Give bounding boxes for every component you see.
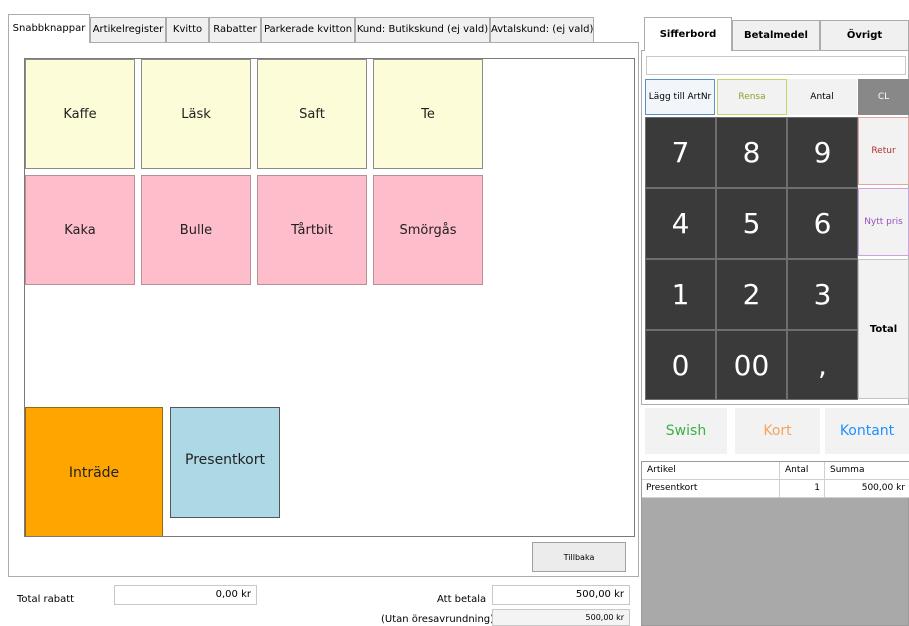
column-header-summa[interactable]: Summa <box>825 462 909 480</box>
table-row-summa[interactable]: 500,00 kr <box>825 480 909 498</box>
quick-button-label: Te <box>421 106 435 122</box>
total-discount-label: Total rabatt <box>17 594 75 605</box>
key-comma[interactable]: , <box>787 330 858 400</box>
tab-artikelregister[interactable]: Artikelregister <box>90 17 166 42</box>
quick-button-label: Smörgås <box>399 222 457 238</box>
unrounded-field: 500,00 kr <box>492 609 630 626</box>
return-label: Retur <box>871 146 896 156</box>
key-8[interactable]: 8 <box>716 117 787 188</box>
quick-button-label: Saft <box>299 106 325 122</box>
swish-button[interactable]: Swish <box>645 408 727 454</box>
swish-label: Swish <box>665 423 707 439</box>
return-button[interactable]: Retur <box>858 117 909 185</box>
key-00[interactable]: 00 <box>716 330 787 400</box>
key-0[interactable]: 0 <box>645 330 716 400</box>
card-label: Kort <box>763 423 792 439</box>
quick-button-label: Kaka <box>64 222 96 238</box>
key-2[interactable]: 2 <box>716 259 787 330</box>
table-row-artikel[interactable]: Presentkort <box>642 480 780 498</box>
quick-buttons-panel: Kaffe Läsk Saft Te Kaka Bulle Tårtbit Sm… <box>8 42 639 577</box>
quick-button-lask[interactable]: Läsk <box>141 59 251 169</box>
cash-button[interactable]: Kontant <box>825 408 909 454</box>
quick-button-label: Bulle <box>179 222 213 238</box>
quick-button-tartbit[interactable]: Tårtbit <box>257 175 367 285</box>
column-header-antal[interactable]: Antal <box>780 462 825 480</box>
quick-button-smorgas[interactable]: Smörgås <box>373 175 483 285</box>
tab-parkerade-kvitton[interactable]: Parkerade kvitton <box>261 17 355 42</box>
key-3[interactable]: 3 <box>787 259 858 330</box>
entry-button[interactable]: Inträde <box>25 407 163 536</box>
add-artnr-button[interactable]: Lägg till ArtNr <box>645 79 715 115</box>
total-button[interactable]: Total <box>858 259 909 399</box>
key-5[interactable]: 5 <box>716 188 787 259</box>
quantity-label: Antal <box>810 92 834 102</box>
key-4[interactable]: 4 <box>645 188 716 259</box>
giftcard-button[interactable]: Presentkort <box>170 407 280 518</box>
tab-ovrigt[interactable]: Övrigt <box>820 20 909 50</box>
numpad-display[interactable] <box>646 56 906 75</box>
tab-snabbknappar[interactable]: Snabbknappar <box>8 14 90 43</box>
tab-avtalskund[interactable]: Avtalskund: (ej vald) <box>490 17 594 42</box>
back-button[interactable]: Tillbaka <box>532 542 626 572</box>
cl-label: CL <box>877 92 890 102</box>
quick-button-label: Tårtbit <box>291 222 333 238</box>
key-1[interactable]: 1 <box>645 259 716 330</box>
article-grid: Artikel Antal Summa Presentkort 1 500,00… <box>641 461 909 626</box>
table-row-antal[interactable]: 1 <box>780 480 825 498</box>
quick-button-kaffe[interactable]: Kaffe <box>25 59 135 169</box>
new-price-button[interactable]: Nytt pris <box>858 188 909 256</box>
tab-sifferbord[interactable]: Sifferbord <box>644 17 732 51</box>
quick-buttons-area: Kaffe Läsk Saft Te Kaka Bulle Tårtbit Sm… <box>24 58 635 537</box>
column-header-artikel[interactable]: Artikel <box>642 462 780 480</box>
tab-rabatter[interactable]: Rabatter <box>209 17 261 42</box>
entry-button-label: Inträde <box>68 464 120 481</box>
key-6[interactable]: 6 <box>787 188 858 259</box>
total-discount-field: 0,00 kr <box>114 585 257 605</box>
card-button[interactable]: Kort <box>735 408 820 454</box>
quick-button-label: Läsk <box>181 106 211 122</box>
total-label: Total <box>869 323 898 335</box>
new-price-label: Nytt pris <box>864 217 903 227</box>
quick-button-kaka[interactable]: Kaka <box>25 175 135 285</box>
quick-button-bulle[interactable]: Bulle <box>141 175 251 285</box>
tab-betalmedel[interactable]: Betalmedel <box>732 20 820 50</box>
cl-button[interactable]: CL <box>858 79 909 115</box>
clear-button[interactable]: Rensa <box>717 79 787 115</box>
quick-button-label: Kaffe <box>63 106 97 122</box>
to-pay-field: 500,00 kr <box>492 585 630 605</box>
giftcard-button-label: Presentkort <box>185 452 265 468</box>
tab-kvitto[interactable]: Kvitto <box>166 17 209 42</box>
unrounded-label: (Utan öresavrundning) <box>381 614 495 625</box>
to-pay-label: Att betala <box>437 594 487 605</box>
quantity-button[interactable]: Antal <box>787 79 857 115</box>
clear-label: Rensa <box>738 92 766 102</box>
quick-button-te[interactable]: Te <box>373 59 483 169</box>
tab-kund[interactable]: Kund: Butikskund (ej vald) <box>355 17 490 42</box>
add-artnr-label: Lägg till ArtNr <box>648 92 712 102</box>
quick-button-saft[interactable]: Saft <box>257 59 367 169</box>
key-9[interactable]: 9 <box>787 117 858 188</box>
cash-label: Kontant <box>839 423 895 439</box>
key-7[interactable]: 7 <box>645 117 716 188</box>
